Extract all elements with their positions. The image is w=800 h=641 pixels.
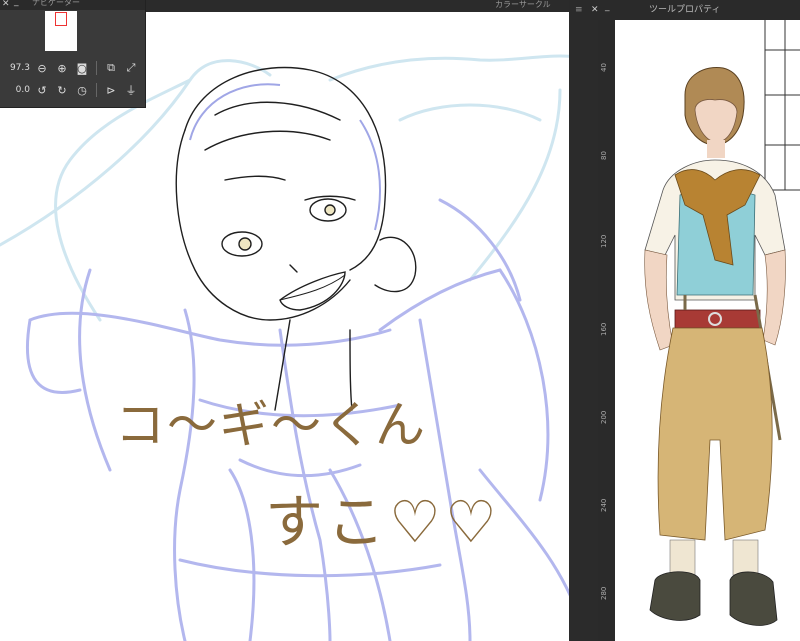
- ruler-tick: 40: [600, 63, 608, 72]
- navigator-title-bar[interactable]: ✕ _ ナビゲーター: [0, 0, 145, 10]
- reference-character-illustration: [644, 20, 800, 626]
- close-icon[interactable]: ✕: [591, 0, 599, 20]
- divider: [96, 83, 97, 97]
- flip-vertical-icon[interactable]: ⏚: [123, 82, 139, 98]
- rotate-left-icon[interactable]: ↺: [34, 82, 50, 98]
- menu-icon[interactable]: ≡: [575, 0, 583, 20]
- ruler-tick: 160: [600, 322, 608, 336]
- zoom-reset-icon[interactable]: ◙: [74, 60, 90, 76]
- handwritten-text-line2: すこ♡♡: [265, 488, 501, 556]
- zoom-out-icon[interactable]: ⊖: [34, 60, 50, 76]
- color-circle-panel-header: カラーサークル: [145, 0, 569, 12]
- divider: [96, 61, 97, 75]
- ruler-tick: 120: [600, 234, 608, 248]
- zoom-value[interactable]: 97.3: [0, 63, 32, 73]
- ruler-tick: 200: [600, 410, 608, 424]
- actual-size-icon[interactable]: ⤢: [123, 60, 139, 76]
- minimize-icon[interactable]: _: [605, 0, 610, 17]
- minimize-icon[interactable]: _: [14, 0, 19, 7]
- panel-divider-strip: [569, 20, 598, 641]
- color-circle-title: カラーサークル: [495, 0, 551, 9]
- rotation-row: 0.0 ↺ ↻ ◷ ⊳ ⏚: [0, 79, 145, 101]
- tool-property-title-bar[interactable]: ≡ ✕ _ ツールプロパティ: [569, 0, 800, 20]
- fit-to-window-icon[interactable]: ⧉: [103, 60, 119, 76]
- navigator-title: ナビゲーター: [32, 0, 80, 7]
- flip-horizontal-icon[interactable]: ⊳: [103, 82, 119, 98]
- tool-property-title: ツールプロパティ: [649, 5, 721, 15]
- rotate-right-icon[interactable]: ↻: [54, 82, 70, 98]
- handwritten-text-line1: コ〜ギ〜くん: [115, 396, 427, 454]
- navigator-thumbnail[interactable]: [45, 11, 77, 51]
- navigator-panel: ✕ _ ナビゲーター 97.3 ⊖ ⊕ ◙ ⧉ ⤢ 0.0 ↺ ↻ ◷ ⊳ ⏚: [0, 0, 146, 108]
- reference-image: [615, 20, 800, 641]
- ruler-tick: 240: [600, 498, 608, 512]
- zoom-row: 97.3 ⊖ ⊕ ◙ ⧉ ⤢: [0, 57, 145, 79]
- tool-property-panel: ≡ ✕ _ ツールプロパティ 40 80 120 160 200 240 280: [569, 0, 800, 641]
- ruler-tick: 280: [600, 586, 608, 600]
- view-area-rectangle[interactable]: [55, 12, 67, 26]
- zoom-in-icon[interactable]: ⊕: [54, 60, 70, 76]
- rotation-reset-icon[interactable]: ◷: [74, 82, 90, 98]
- close-icon[interactable]: ✕: [2, 0, 10, 9]
- ruler-tick: 80: [600, 151, 608, 160]
- rotation-value[interactable]: 0.0: [0, 85, 32, 95]
- vertical-ruler: 40 80 120 160 200 240 280: [598, 20, 615, 641]
